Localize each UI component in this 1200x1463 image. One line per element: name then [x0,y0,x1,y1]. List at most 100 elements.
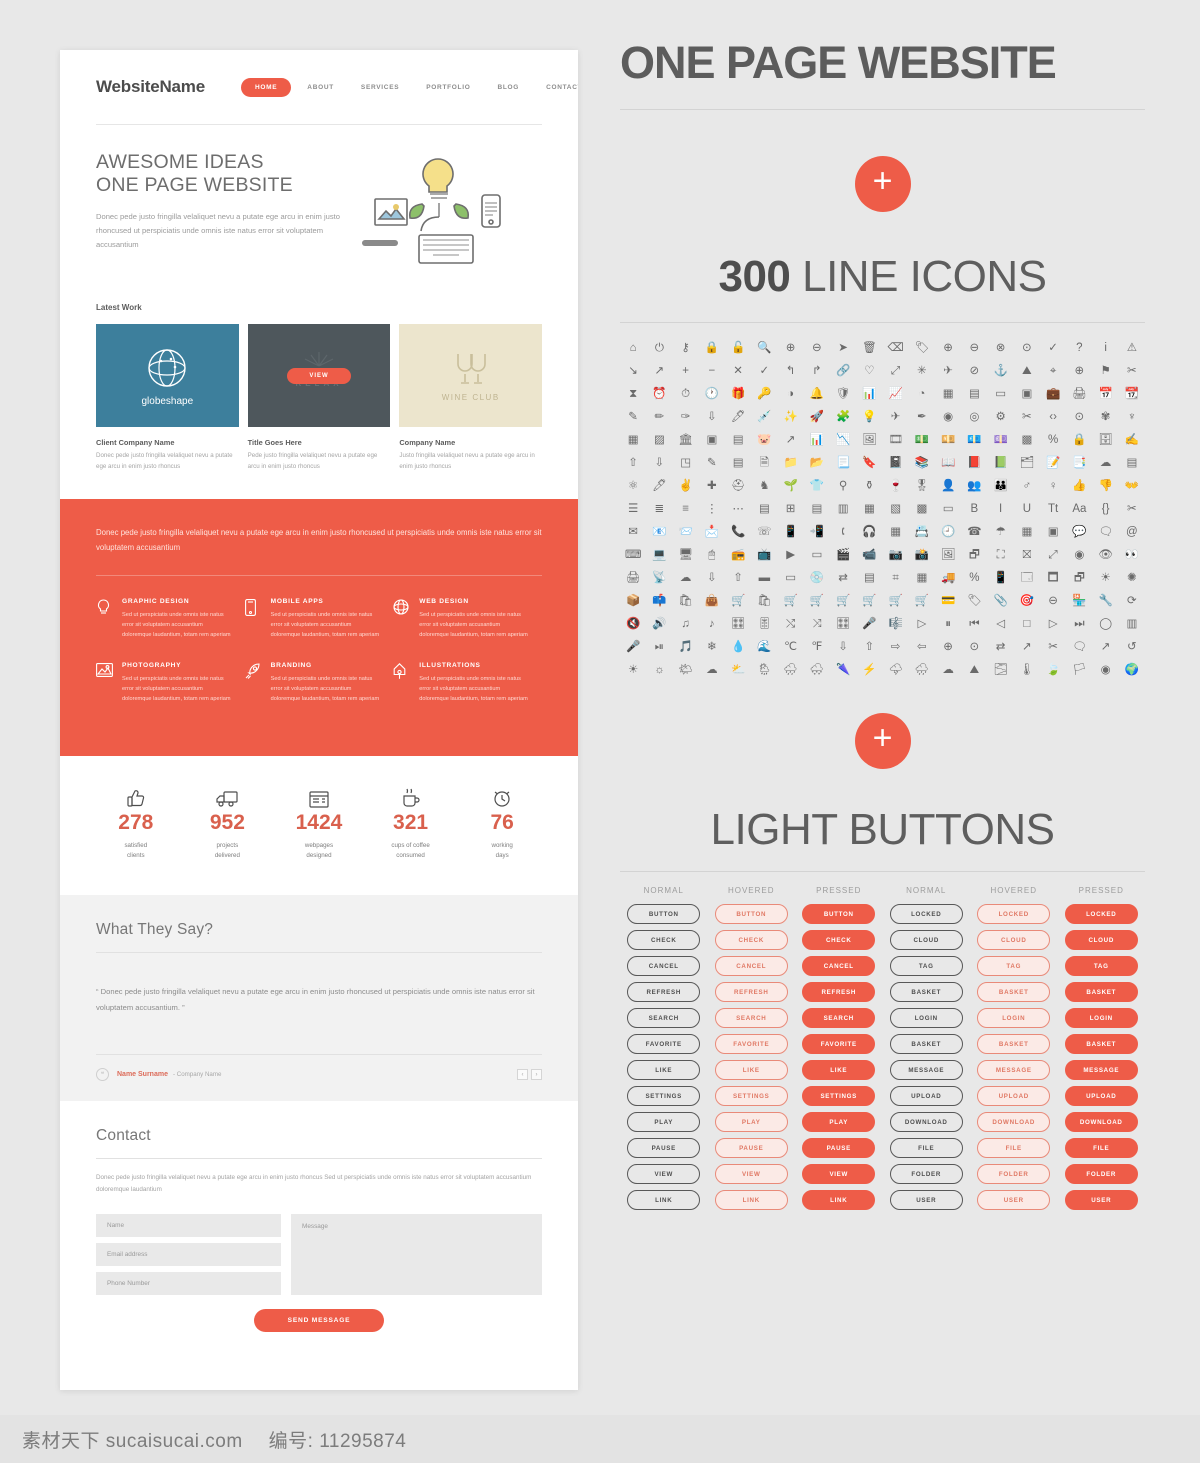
button-upload-hovered-r7[interactable]: UPLOAD [977,1086,1051,1106]
button-refresh-normal[interactable]: REFRESH [627,982,701,1002]
button-tag-pressed-r2[interactable]: TAG [1064,956,1138,976]
nav-item-about[interactable]: ABOUT [296,79,345,96]
work-thumbnail[interactable]: WINE CLUB [399,324,543,427]
button-basket-hovered-r5[interactable]: BASKET [977,1034,1051,1054]
next-arrow-icon[interactable]: › [531,1069,542,1081]
button-link-hovered[interactable]: LINK [714,1190,788,1210]
button-check-pressed[interactable]: CHECK [802,930,876,950]
button-download-normal-r8[interactable]: DOWNLOAD [889,1112,963,1132]
work-item[interactable]: RELAX VIEW Title Goes Here Pede justo fring… [247,324,391,473]
button-like-normal[interactable]: LIKE [627,1060,701,1080]
button-link-normal[interactable]: LINK [627,1190,701,1210]
button-cancel-hovered[interactable]: CANCEL [714,956,788,976]
button-basket-normal-r5[interactable]: BASKET [889,1034,963,1054]
button-favorite-pressed[interactable]: FAVORITE [802,1034,876,1054]
button-search-normal[interactable]: SEARCH [627,1008,701,1028]
button-message-pressed-r6[interactable]: MESSAGE [1064,1060,1138,1080]
line-icon-292: ☁ [942,664,954,677]
nav-item-portfolio[interactable]: PORTFOLIO [415,79,481,96]
phone-input[interactable]: Phone Number [96,1272,281,1296]
line-icon-245: 🎚 [757,618,772,631]
nav-item-services[interactable]: SERVICES [350,79,410,96]
button-login-pressed-r4[interactable]: LOGIN [1064,1008,1138,1028]
button-basket-pressed-r3[interactable]: BASKET [1064,982,1138,1002]
button-file-pressed-r9[interactable]: FILE [1064,1138,1138,1158]
button-file-hovered-r9[interactable]: FILE [977,1138,1051,1158]
button-refresh-hovered[interactable]: REFRESH [714,982,788,1002]
work-thumbnail[interactable]: RELAX VIEW [247,324,391,427]
button-play-hovered[interactable]: PLAY [714,1112,788,1132]
button-pause-normal[interactable]: PAUSE [627,1138,701,1158]
button-message-hovered-r6[interactable]: MESSAGE [977,1060,1051,1080]
button-view-normal[interactable]: VIEW [627,1164,701,1184]
button-locked-hovered-r0[interactable]: LOCKED [977,904,1051,924]
line-icon-209: ▤ [863,572,875,585]
button-download-pressed-r8[interactable]: DOWNLOAD [1064,1112,1138,1132]
button-pause-pressed[interactable]: PAUSE [802,1138,876,1158]
button-cloud-pressed-r1[interactable]: CLOUD [1064,930,1138,950]
view-button[interactable]: VIEW [287,367,351,384]
button-play-pressed[interactable]: PLAY [802,1112,876,1132]
button-tag-hovered-r2[interactable]: TAG [977,956,1051,976]
button-cancel-pressed[interactable]: CANCEL [802,956,876,976]
button-user-hovered-r11[interactable]: USER [977,1190,1051,1210]
button-folder-pressed-r10[interactable]: FOLDER [1064,1164,1138,1184]
button-folder-hovered-r10[interactable]: FOLDER [977,1164,1051,1184]
button-favorite-normal[interactable]: FAVORITE [627,1034,701,1054]
button-view-pressed[interactable]: VIEW [802,1164,876,1184]
button-login-normal-r4[interactable]: LOGIN [889,1008,963,1028]
button-basket-pressed-r5[interactable]: BASKET [1064,1034,1138,1054]
button-user-pressed-r11[interactable]: USER [1064,1190,1138,1210]
button-button-hovered[interactable]: BUTTON [714,904,788,924]
nav-item-blog[interactable]: BLOG [486,79,530,96]
button-like-pressed[interactable]: LIKE [802,1060,876,1080]
send-message-button[interactable]: SEND MESSAGE [253,1309,385,1333]
button-file-normal-r9[interactable]: FILE [889,1138,963,1158]
button-play-normal[interactable]: PLAY [627,1112,701,1132]
work-item[interactable]: WINE CLUB Company Name Justo fringilla vel… [399,324,543,473]
button-user-normal-r11[interactable]: USER [889,1190,963,1210]
main-navigation[interactable]: HOMEABOUT SERVICES PORTFOLIO BLOG CONTACT [240,77,578,97]
work-thumbnail[interactable]: globeshape [96,324,239,427]
button-locked-pressed-r0[interactable]: LOCKED [1064,904,1138,924]
button-link-pressed[interactable]: LINK [802,1190,876,1210]
button-upload-normal-r7[interactable]: UPLOAD [889,1086,963,1106]
button-search-pressed[interactable]: SEARCH [802,1008,876,1028]
testimonial-nav[interactable]: ‹ › [517,1069,542,1081]
button-button-normal[interactable]: BUTTON [627,904,701,924]
button-cloud-normal-r1[interactable]: CLOUD [889,930,963,950]
button-locked-normal-r0[interactable]: LOCKED [889,904,963,924]
nav-item-home[interactable]: HOME [240,77,292,97]
button-check-normal[interactable]: CHECK [627,930,701,950]
button-view-hovered[interactable]: VIEW [714,1164,788,1184]
name-input[interactable]: Name [96,1214,281,1238]
prev-arrow-icon[interactable]: ‹ [517,1069,528,1081]
button-basket-hovered-r3[interactable]: BASKET [977,982,1051,1002]
button-message-normal-r6[interactable]: MESSAGE [889,1060,963,1080]
line-icon-297: 🏳 [1072,664,1087,677]
button-settings-hovered[interactable]: SETTINGS [714,1086,788,1106]
button-pause-hovered[interactable]: PAUSE [714,1138,788,1158]
button-check-hovered[interactable]: CHECK [714,930,788,950]
button-button-pressed[interactable]: BUTTON [802,904,876,924]
button-upload-pressed-r7[interactable]: UPLOAD [1064,1086,1138,1106]
button-cancel-normal[interactable]: CANCEL [627,956,701,976]
button-login-hovered-r4[interactable]: LOGIN [977,1008,1051,1028]
button-refresh-pressed[interactable]: REFRESH [802,982,876,1002]
button-like-hovered[interactable]: LIKE [714,1060,788,1080]
button-basket-normal-r3[interactable]: BASKET [889,982,963,1002]
button-download-hovered-r8[interactable]: DOWNLOAD [977,1112,1051,1132]
email-input[interactable]: Email address [96,1243,281,1267]
button-search-hovered[interactable]: SEARCH [714,1008,788,1028]
line-icon-273: ⊙ [969,641,980,654]
button-settings-pressed[interactable]: SETTINGS [802,1086,876,1106]
button-cloud-hovered-r1[interactable]: CLOUD [977,930,1051,950]
button-folder-normal-r10[interactable]: FOLDER [889,1164,963,1184]
nav-item-contact[interactable]: CONTACT [535,79,578,96]
button-favorite-hovered[interactable]: FAVORITE [714,1034,788,1054]
message-textarea[interactable]: Message [291,1214,542,1296]
button-settings-normal[interactable]: SETTINGS [627,1086,701,1106]
line-icon-295: 🌡 [1019,664,1035,677]
button-tag-normal-r2[interactable]: TAG [889,956,963,976]
work-item[interactable]: globeshape Client Company Name Donec pede … [96,324,239,473]
